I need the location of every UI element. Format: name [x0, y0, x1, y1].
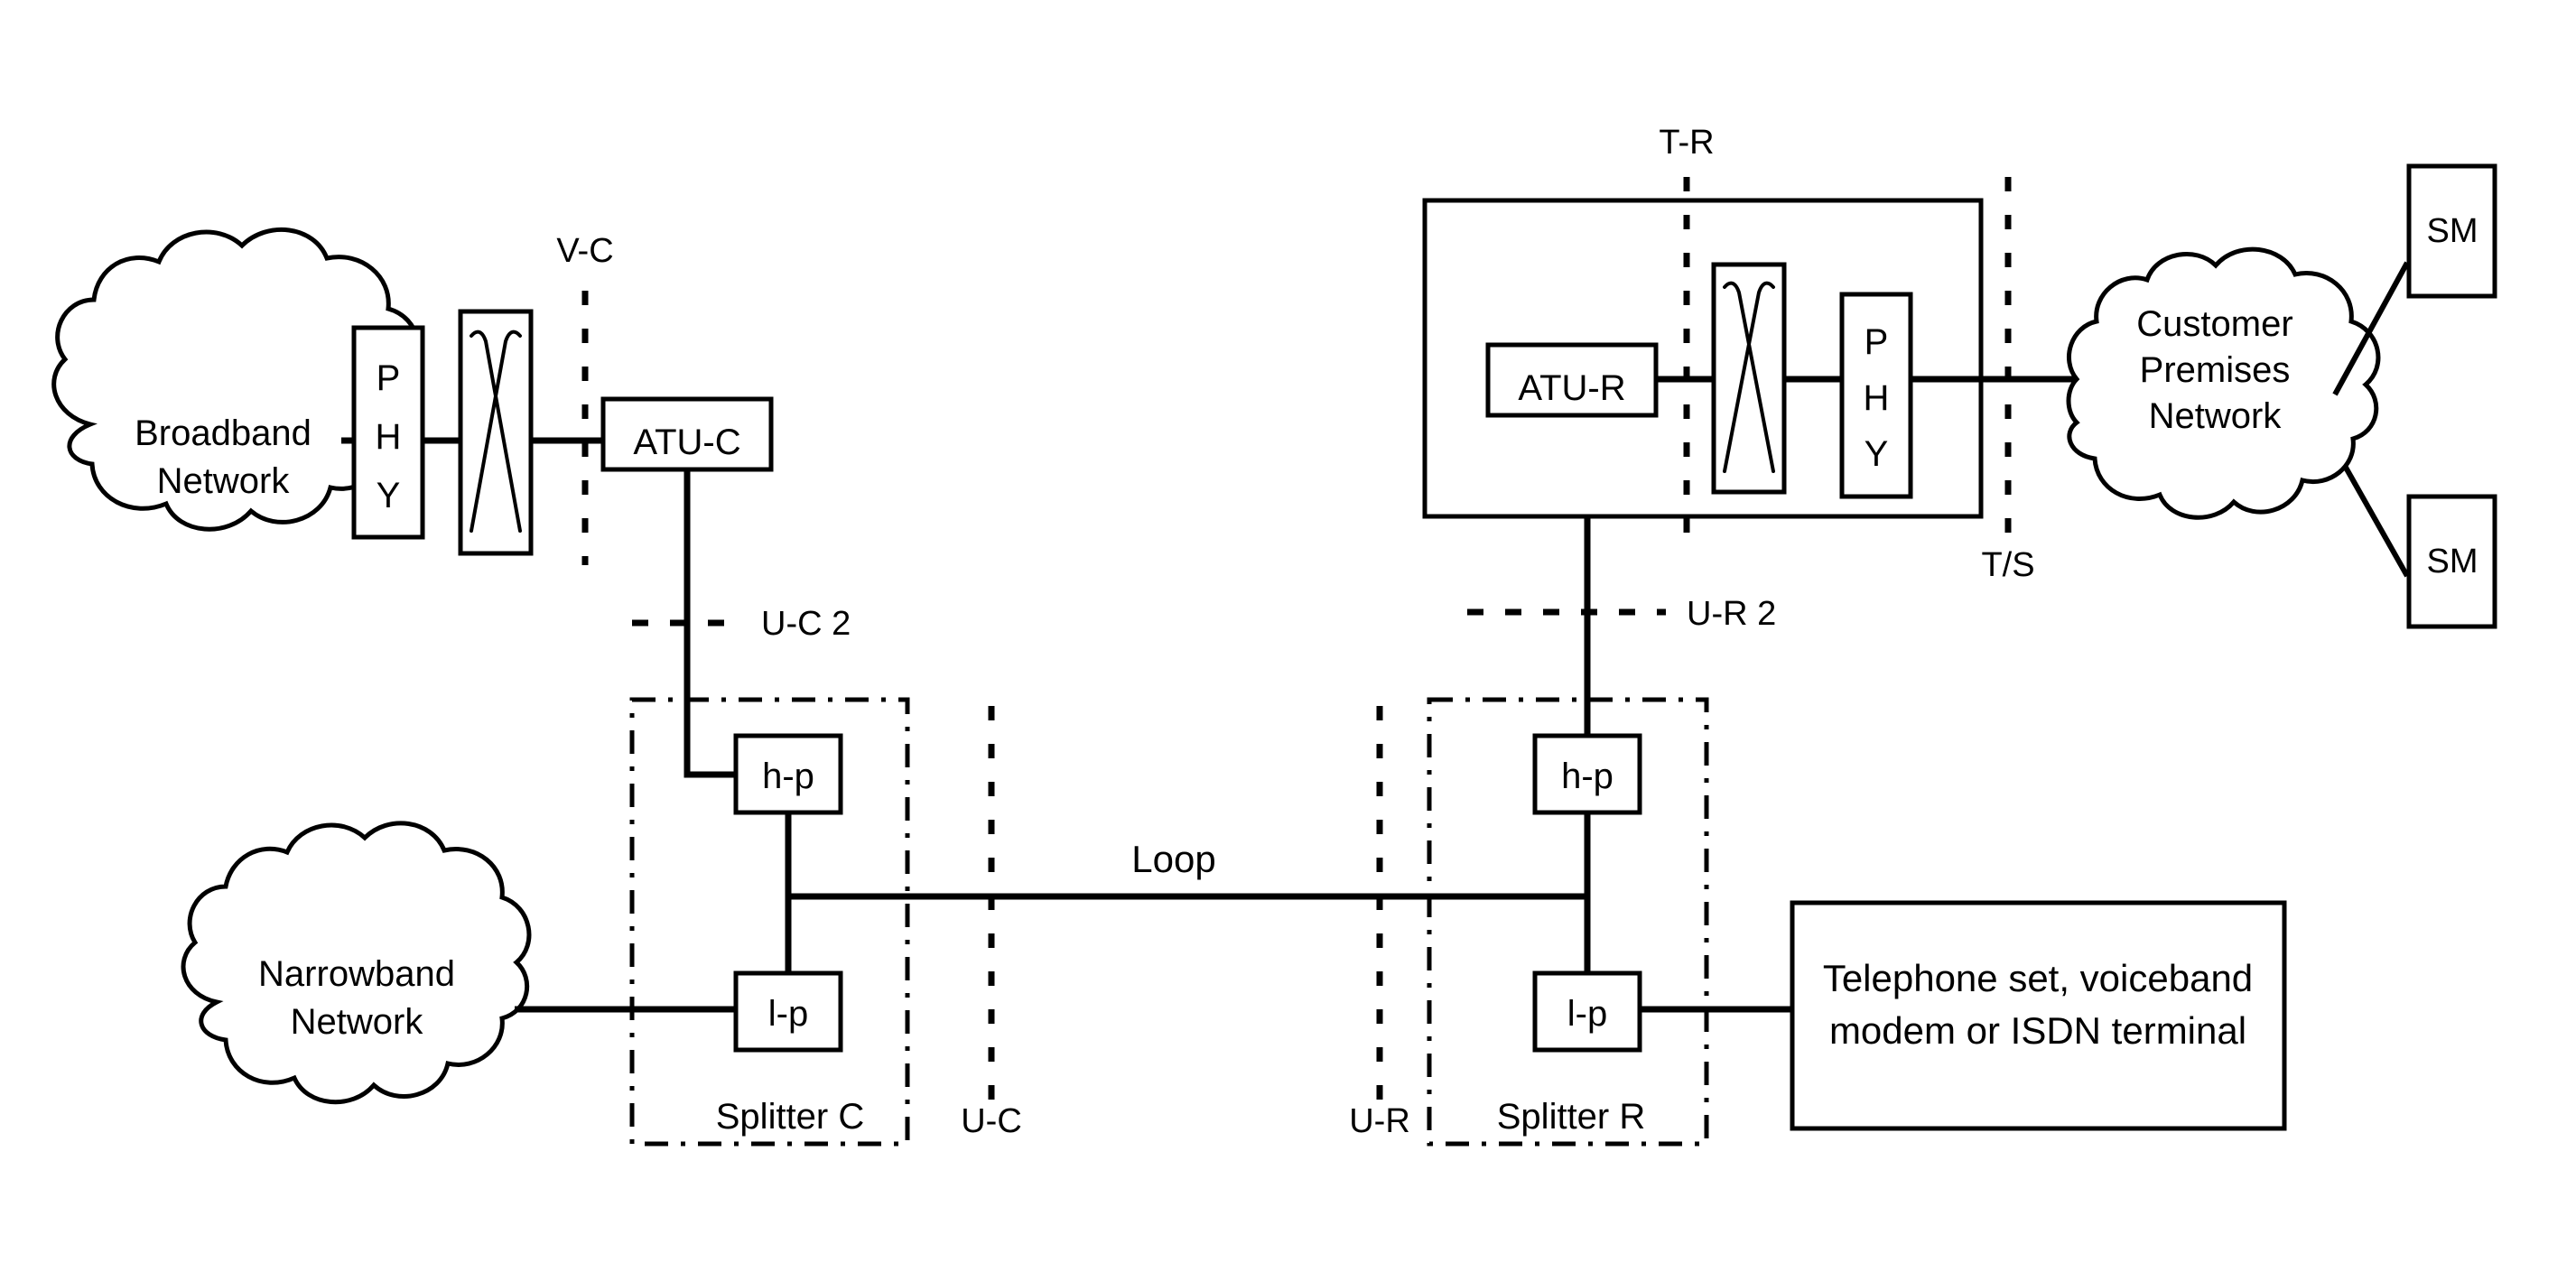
sm-bottom-label: SM [2427, 543, 2478, 580]
network-reference-diagram: Broadband Network P H Y V-C ATU-C U-C 2 [51, 124, 2497, 1147]
atu-c-block: ATU-C [600, 396, 774, 472]
t-r-label: T-R [1659, 124, 1714, 162]
narrowband-network-cloud: Narrowband Network [181, 821, 532, 1105]
broadband-network-label-line2: Network [157, 461, 291, 501]
interface-t-r: T-R [1659, 124, 1715, 543]
splitter-r-label: Splitter R [1497, 1097, 1646, 1137]
phy-block-right: P H Y [1839, 292, 1913, 499]
phy-left-letter-h: H [376, 417, 402, 457]
atu-r-label: ATU-R [1518, 368, 1625, 408]
wire-cpn-to-sm-bottom [2342, 464, 2410, 578]
high-pass-filter-c: h-p [733, 733, 843, 815]
v-c-label: V-C [556, 232, 613, 270]
terminal-equipment-box: Telephone set, voiceband modem or ISDN t… [1790, 900, 2287, 1131]
sm-box-bottom: SM [2406, 494, 2497, 629]
terminal-label-line1: Telephone set, voiceband [1823, 957, 2253, 999]
splitter-c-label: Splitter C [716, 1097, 865, 1137]
phy-right-letter-y: Y [1865, 434, 1889, 474]
u-c-2-label: U-C 2 [761, 605, 851, 643]
broadband-network-label-line1: Broadband [135, 413, 312, 453]
narrowband-network-label-line2: Network [291, 1002, 424, 1042]
sm-box-top: SM [2406, 163, 2497, 299]
atu-r-block: ATU-R [1485, 342, 1659, 418]
t-s-label: T/S [1981, 546, 2034, 584]
phy-block-left: P H Y [351, 325, 425, 540]
narrowband-network-label-line1: Narrowband [258, 954, 455, 994]
u-r-2-label: U-R 2 [1687, 595, 1776, 633]
lp-r-label: l-p [1567, 994, 1607, 1034]
cpn-label-line3: Network [2149, 396, 2283, 436]
u-r-label: U-R [1349, 1102, 1410, 1140]
cpn-label-line1: Customer [2136, 304, 2292, 344]
diagram-canvas: Broadband Network P H Y V-C ATU-C U-C 2 [0, 0, 2576, 1272]
cpn-label-line2: Premises [2140, 350, 2291, 390]
low-pass-filter-c: l-p [733, 970, 843, 1053]
cross-connect-block-right [1711, 262, 1787, 495]
interface-u-r-2: U-R 2 [1467, 595, 1776, 633]
hp-r-label: h-p [1561, 757, 1613, 796]
loop-label: Loop [1131, 838, 1215, 880]
atu-c-label: ATU-C [633, 422, 740, 462]
hp-c-label: h-p [762, 757, 814, 796]
terminal-label-line2: modem or ISDN terminal [1829, 1009, 2246, 1052]
cross-connect-block-left [458, 309, 534, 556]
high-pass-filter-r: h-p [1532, 733, 1642, 815]
lp-c-label: l-p [768, 994, 808, 1034]
phy-left-letter-p: P [377, 358, 401, 398]
u-c-label: U-C [961, 1102, 1022, 1140]
sm-top-label: SM [2427, 212, 2478, 250]
phy-right-letter-h: H [1864, 378, 1890, 418]
phy-left-letter-y: Y [377, 476, 401, 515]
interface-u-r: U-R [1349, 706, 1410, 1140]
low-pass-filter-r: l-p [1532, 970, 1642, 1053]
interface-u-c: U-C [961, 706, 1022, 1140]
phy-right-letter-p: P [1865, 322, 1889, 362]
customer-premises-network-cloud: Customer Premises Network [2066, 246, 2381, 520]
interface-u-c-2: U-C 2 [632, 605, 851, 643]
